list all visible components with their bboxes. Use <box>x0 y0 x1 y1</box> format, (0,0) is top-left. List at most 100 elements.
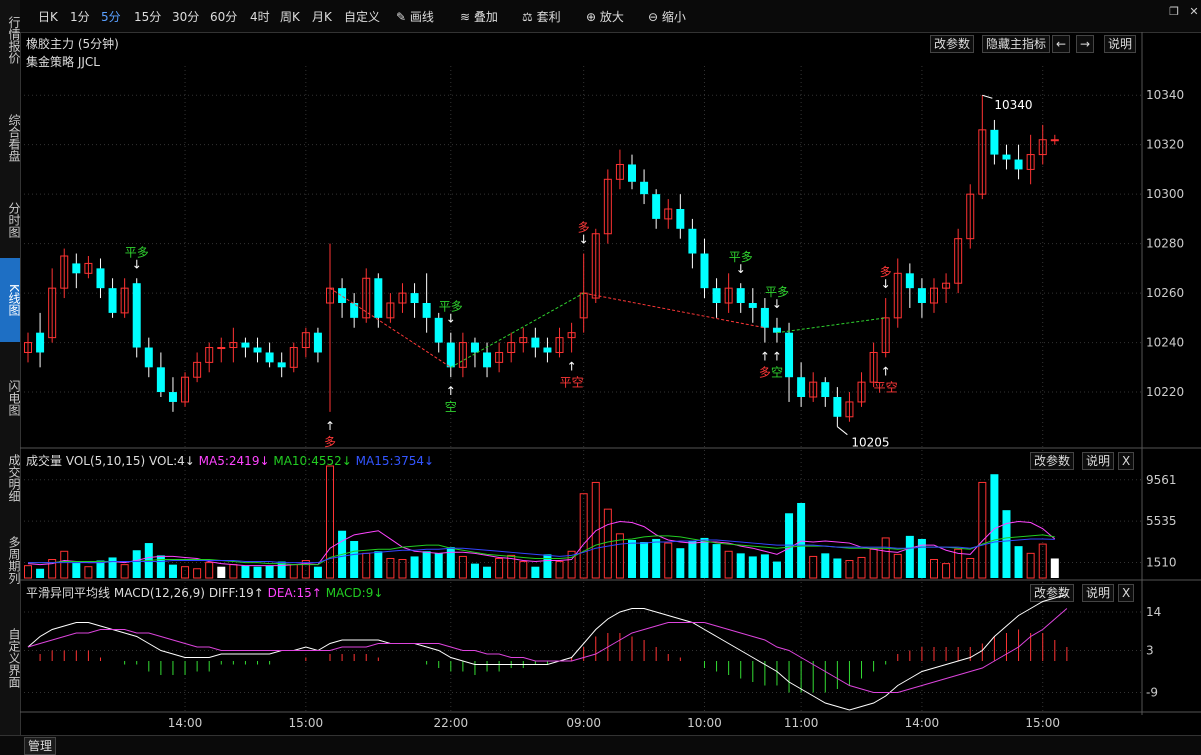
tool-1[interactable]: ≋ 叠加 <box>460 8 498 25</box>
candle-down <box>688 228 697 254</box>
signal-label: 平空 <box>560 375 584 389</box>
macd-value: MACD:9↓ <box>325 586 384 600</box>
manage-tab[interactable]: 管理 <box>24 737 57 755</box>
restore-icon[interactable]: ❐ <box>1168 6 1180 18</box>
volume-bar <box>990 474 999 578</box>
vol-edit-params-button[interactable]: 改参数 <box>1030 452 1075 470</box>
candle-up <box>664 208 673 220</box>
volume-bar <box>132 550 141 578</box>
tool-label: 叠加 <box>473 10 498 24</box>
zoom-out-icon: ⊖ <box>648 10 662 24</box>
macd-tick-label: 14 <box>1146 605 1161 619</box>
candle-down <box>676 209 685 229</box>
macd-help-button[interactable]: 说明 <box>1082 584 1115 602</box>
volume-tick-label: 5535 <box>1146 514 1177 528</box>
volume-bar <box>446 547 455 578</box>
volume-indicator: VOL(5,10,15) <box>65 454 146 468</box>
candle-up <box>845 401 854 418</box>
volume-bar <box>277 561 286 578</box>
period-5[interactable]: 60分 <box>210 8 237 25</box>
candle-down <box>652 194 661 219</box>
tool-4[interactable]: ⊖ 缩小 <box>648 8 686 25</box>
volume-bar <box>748 556 757 578</box>
volume-bar <box>857 556 866 579</box>
ma15-line <box>28 538 1055 564</box>
candle-down <box>1014 159 1023 170</box>
period-1[interactable]: 1分 <box>70 8 90 25</box>
sidebar-item-0[interactable]: 行情报价 <box>0 4 21 76</box>
sidebar-item-6[interactable]: 多周期列 <box>0 520 21 600</box>
ma5-value: MA5:2419↓ <box>198 454 270 468</box>
period-9[interactable]: 自定义 <box>344 8 380 25</box>
main-help-button[interactable]: 说明 <box>1104 35 1137 53</box>
kline-chart[interactable]: 10220 10240 10260 10280 10300 10320 10340 14:00… <box>0 0 1201 754</box>
strategy-label: 集金策略 JJCL <box>26 55 100 69</box>
sidebar-item-4[interactable]: 闪电图 <box>0 362 21 434</box>
signal-arrow: ↓ <box>132 257 142 271</box>
time-tick-label: 14:00 <box>168 716 203 730</box>
period-7[interactable]: 周K <box>280 8 300 25</box>
volume-bar <box>241 565 250 578</box>
sidebar-item-2[interactable]: 分时图 <box>0 186 21 254</box>
volume-bar <box>265 565 274 578</box>
sidebar-item-3[interactable]: K线图 <box>0 258 21 342</box>
sidebar-item-7[interactable]: 自定义界面 <box>0 608 21 708</box>
volume-bar <box>1038 543 1047 579</box>
candle-down <box>1002 154 1011 160</box>
hide-main-indicator-button[interactable]: 隐藏主指标 <box>982 35 1051 53</box>
sidebar-item-5[interactable]: 成交明细 <box>0 440 21 516</box>
volume-bar <box>483 566 492 578</box>
trade-line <box>450 292 584 368</box>
candle-up <box>591 233 600 299</box>
volume-bar <box>289 564 298 579</box>
volume-bar <box>470 563 479 578</box>
candle-up <box>966 193 975 240</box>
candle-up <box>24 342 32 353</box>
macd-edit-params-button[interactable]: 改参数 <box>1030 584 1075 602</box>
candle-up <box>978 129 987 195</box>
volume-bar <box>362 552 371 579</box>
volume-bar <box>712 544 721 578</box>
tool-0[interactable]: ✎ 画线 <box>396 8 434 25</box>
candle-up <box>881 317 890 353</box>
diff-value: DIFF:19↑ <box>208 586 264 600</box>
vol-help-button[interactable]: 说明 <box>1082 452 1115 470</box>
signal-arrow: ↑ <box>567 359 577 373</box>
candle-down <box>772 327 781 333</box>
period-3[interactable]: 15分 <box>134 8 161 25</box>
volume-bar <box>205 562 214 579</box>
prev-button[interactable]: ← <box>1052 35 1071 53</box>
next-button[interactable]: → <box>1076 35 1095 53</box>
candle-down <box>833 397 842 417</box>
volume-bar <box>531 566 540 578</box>
signal-label: 平多 <box>125 245 149 259</box>
close-icon[interactable]: ✕ <box>1188 6 1200 18</box>
candle-up <box>579 292 588 319</box>
period-8[interactable]: 月K <box>312 8 332 25</box>
tool-3[interactable]: ⊕ 放大 <box>586 8 624 25</box>
period-4[interactable]: 30分 <box>172 8 199 25</box>
volume-bar <box>144 543 153 578</box>
sidebar-item-1[interactable]: 综合看盘 <box>0 96 21 180</box>
volume-bar <box>398 559 407 579</box>
time-tick-label: 15:00 <box>1025 716 1060 730</box>
tool-2[interactable]: ⚖ 套利 <box>522 8 561 25</box>
time-tick-label: 22:00 <box>434 716 469 730</box>
candle-up <box>289 347 298 368</box>
macd-close-button[interactable]: X <box>1118 584 1135 602</box>
main-edit-params-button[interactable]: 改参数 <box>930 35 975 53</box>
volume-bar <box>84 566 93 579</box>
vol-close-button[interactable]: X <box>1118 452 1135 470</box>
time-tick-label: 14:00 <box>905 716 940 730</box>
candle-down <box>132 283 141 348</box>
pen-icon: ✎ <box>396 10 410 24</box>
period-0[interactable]: 日K <box>38 8 58 25</box>
period-6[interactable]: 4时 <box>250 8 270 25</box>
candle-up <box>48 287 57 339</box>
signal-label: 多 <box>759 366 771 380</box>
volume-bar <box>930 559 938 579</box>
volume-bar <box>579 493 588 579</box>
period-2[interactable]: 5分 <box>101 8 121 25</box>
volume-bar <box>652 538 661 578</box>
toolbar: ❐ ✕ 日K 1分 5分 15分 30分 60分 4时 周K 月K 自定义 ✎ 画线 ≋ 叠加 ⚖ 套利… <box>20 0 1201 33</box>
